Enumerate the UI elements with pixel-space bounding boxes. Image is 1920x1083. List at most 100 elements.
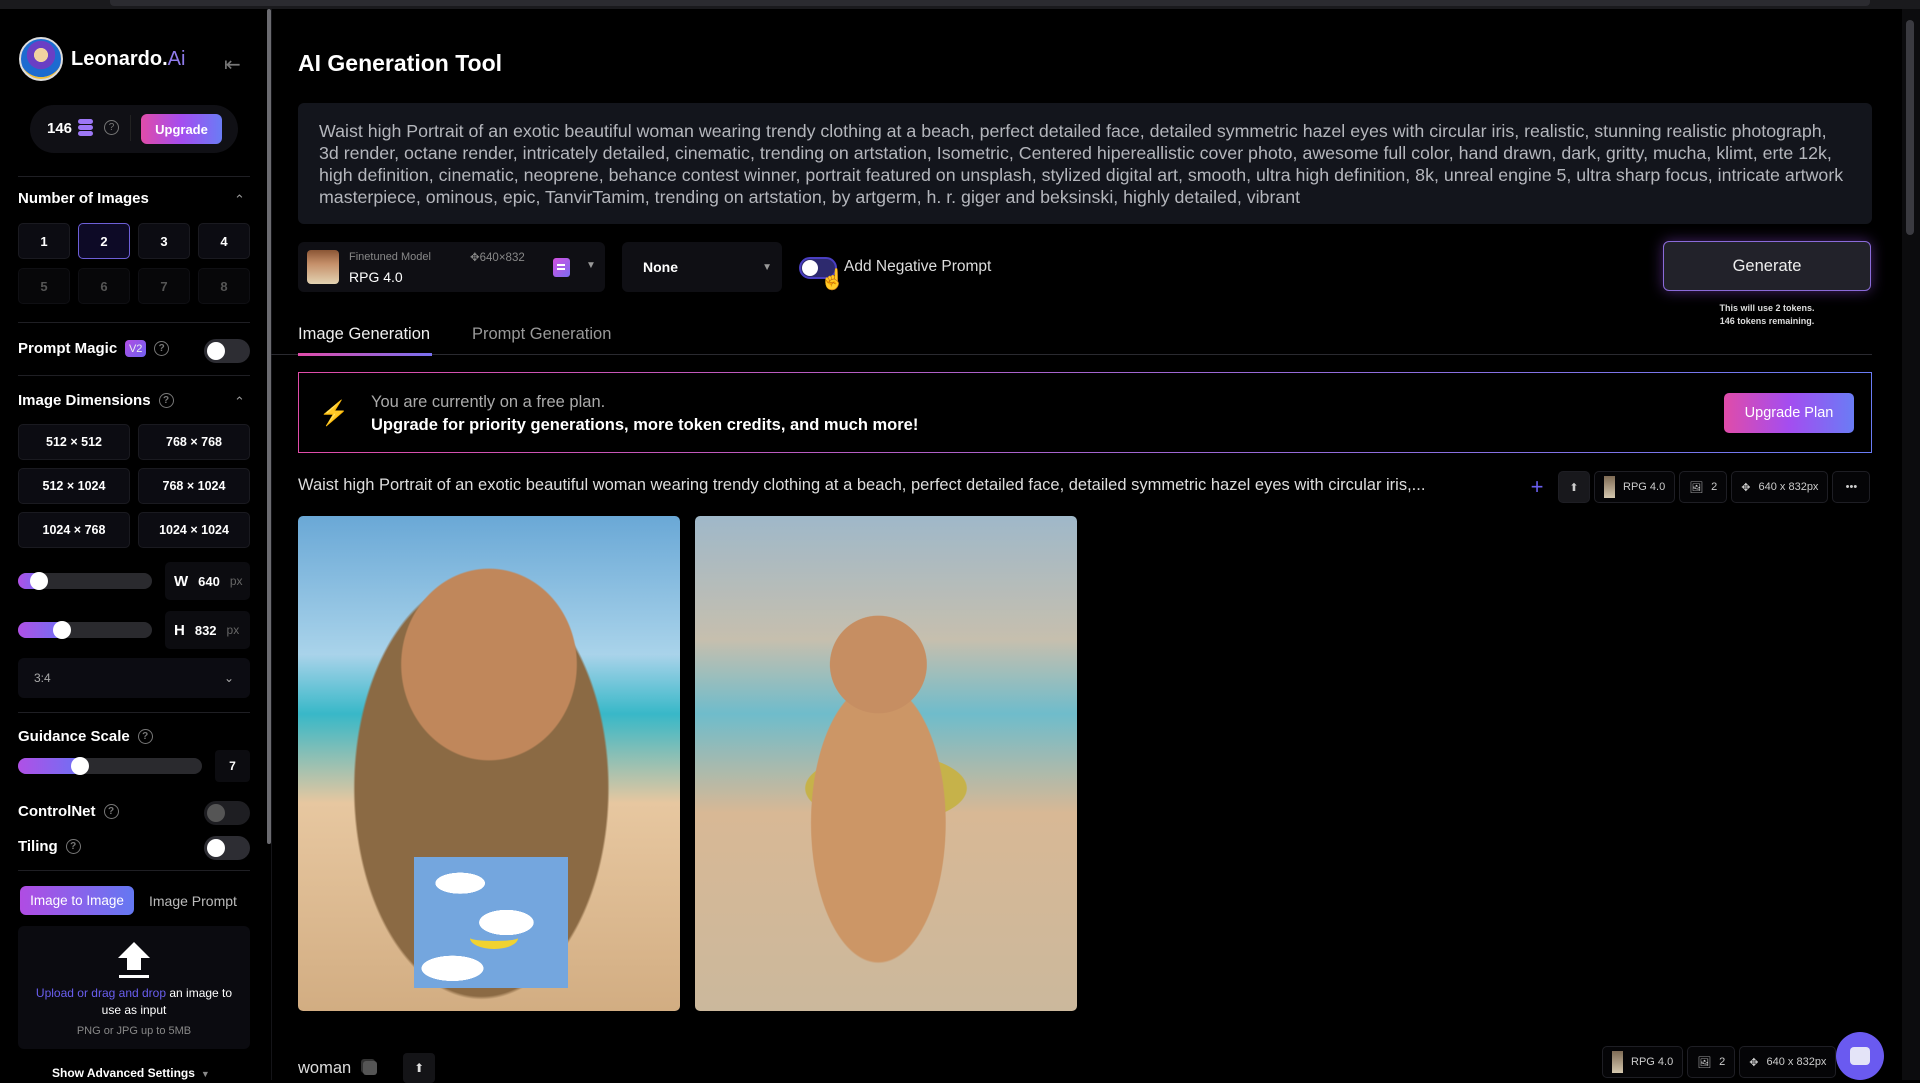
upload-link[interactable]: Upload or drag and drop xyxy=(36,986,166,1000)
caret-down-icon: ▼ xyxy=(762,261,772,273)
page-title: AI Generation Tool xyxy=(298,50,503,76)
banner-line2: Upgrade for priority generations, more t… xyxy=(371,416,919,434)
tab-image-generation[interactable]: Image Generation xyxy=(298,325,430,344)
caret-down-icon: ▼ xyxy=(200,1069,210,1079)
style-select[interactable]: None ▼ xyxy=(622,242,782,292)
dimension-preset[interactable]: 512 × 512 xyxy=(18,424,130,460)
help-icon[interactable]: ? xyxy=(103,804,119,819)
guidance-scale-value[interactable]: 7 xyxy=(215,750,250,782)
reuse-prompt-button[interactable]: ⬆ xyxy=(403,1053,436,1083)
free-plan-banner: ⚡ You are currently on a free plan. Upgr… xyxy=(298,372,1872,453)
model-thumbnail xyxy=(307,250,339,284)
dimension-preset[interactable]: 768 × 768 xyxy=(138,424,250,460)
upgrade-button[interactable]: Upgrade xyxy=(141,114,222,144)
copy-icon[interactable] xyxy=(363,1061,378,1075)
slider-thumb[interactable] xyxy=(71,757,89,775)
num-images-7[interactable]: 7 xyxy=(138,268,190,304)
controlnet-toggle[interactable] xyxy=(204,801,250,825)
model-chip[interactable]: RPG 4.0 xyxy=(1602,1046,1684,1078)
num-images-5[interactable]: 5 xyxy=(18,268,70,304)
help-icon[interactable]: ? xyxy=(158,393,174,408)
more-options-button[interactable]: ••• xyxy=(1832,471,1871,503)
num-images-2[interactable]: 2 xyxy=(78,223,130,259)
negative-prompt-label[interactable]: Add Negative Prompt xyxy=(844,258,991,276)
main-scrollbar[interactable] xyxy=(1906,20,1914,235)
move-icon: ✥ xyxy=(1749,1056,1759,1069)
num-images-8[interactable]: 8 xyxy=(198,268,250,304)
height-slider[interactable] xyxy=(18,621,152,639)
num-images-6[interactable]: 6 xyxy=(78,268,130,304)
width-input[interactable]: W 640 px xyxy=(165,562,250,600)
images-icon: 🖼 xyxy=(1697,1056,1712,1069)
aspect-ratio-select[interactable]: 3:4 ⌄ xyxy=(18,658,250,698)
tab-image-to-image[interactable]: Image to Image xyxy=(20,886,134,915)
generation-toolbar: + ⬆ RPG 4.0 🖼 2 ✥ 640 x 832px ••• xyxy=(1520,470,1871,504)
upload-icon xyxy=(118,942,150,978)
unit-label: px xyxy=(229,574,243,588)
generate-button[interactable]: Generate xyxy=(1663,241,1871,291)
chat-support-button[interactable] xyxy=(1836,1032,1884,1080)
divider xyxy=(18,712,250,713)
model-kicker: Finetuned Model xyxy=(349,251,431,263)
model-name: RPG 4.0 xyxy=(349,269,403,285)
arrow-up-icon: ⬆ xyxy=(1569,481,1579,494)
chat-icon xyxy=(1850,1047,1870,1065)
main-tabs: Image Generation Prompt Generation xyxy=(298,325,1872,355)
generation-prompt-2: woman ⬆ xyxy=(298,1053,436,1083)
generated-image-1[interactable] xyxy=(298,516,680,1011)
logo-avatar-icon xyxy=(19,37,63,81)
model-dims: ✥640×832 xyxy=(470,252,525,264)
help-icon[interactable]: ? xyxy=(104,120,119,135)
help-icon[interactable]: ? xyxy=(154,341,170,356)
model-thumbnail xyxy=(1612,1051,1623,1073)
plus-icon[interactable]: + xyxy=(1520,474,1554,500)
help-icon[interactable]: ? xyxy=(137,729,153,744)
num-images-3[interactable]: 3 xyxy=(138,223,190,259)
dimension-preset[interactable]: 768 × 1024 xyxy=(138,468,250,504)
number-of-images-title: Number of Images xyxy=(18,190,149,207)
height-input[interactable]: H 832 px xyxy=(165,611,250,649)
chevron-up-icon[interactable]: ⌃ xyxy=(234,394,245,410)
width-slider[interactable] xyxy=(18,572,152,590)
banner-line1: You are currently on a free plan. xyxy=(371,393,606,411)
tiling-title: Tiling ? xyxy=(18,838,81,855)
num-images-1[interactable]: 1 xyxy=(18,223,70,259)
dimension-preset[interactable]: 1024 × 768 xyxy=(18,512,130,548)
reuse-prompt-button[interactable]: ⬆ xyxy=(1558,471,1590,503)
generated-image-2[interactable] xyxy=(695,516,1077,1011)
slider-thumb[interactable] xyxy=(53,621,71,639)
brand-logo[interactable]: Leonardo.Ai xyxy=(19,37,185,81)
prompt-magic-title: Prompt Magic V2 ? xyxy=(18,340,170,357)
help-icon[interactable]: ? xyxy=(65,839,81,854)
prompt-input[interactable]: Waist high Portrait of an exotic beautif… xyxy=(298,103,1872,224)
width-value[interactable]: 640 xyxy=(198,574,220,589)
slider-thumb[interactable] xyxy=(30,572,48,590)
active-tab-indicator xyxy=(298,353,432,356)
tab-image-prompt[interactable]: Image Prompt xyxy=(149,893,237,909)
guidance-scale-slider[interactable] xyxy=(18,757,202,775)
lightning-icon: ⚡ xyxy=(319,400,349,427)
collapse-sidebar-icon[interactable]: ⇤ xyxy=(224,52,241,77)
model-select[interactable]: Finetuned Model ✥640×832 RPG 4.0 ▼ xyxy=(298,242,605,292)
unit-label: px xyxy=(226,623,240,637)
height-value[interactable]: 832 xyxy=(195,623,217,638)
ellipsis-icon: ••• xyxy=(1845,481,1858,493)
image-upload-dropzone[interactable]: Upload or drag and drop an image to use … xyxy=(18,926,250,1049)
model-chip[interactable]: RPG 4.0 xyxy=(1594,471,1676,503)
censor-overlay-image xyxy=(414,857,568,988)
chevron-up-icon[interactable]: ⌃ xyxy=(234,192,245,208)
num-images-4[interactable]: 4 xyxy=(198,223,250,259)
hand-cursor-icon: ☝ xyxy=(820,269,845,291)
number-of-images-options: 1 2 3 4 5 6 7 8 xyxy=(18,223,250,304)
coins-icon xyxy=(78,119,93,136)
model-details-icon[interactable] xyxy=(553,258,570,277)
dimension-preset[interactable]: 1024 × 1024 xyxy=(138,512,250,548)
generation-toolbar-2: RPG 4.0 🖼 2 ✥ 640 x 832px xyxy=(1602,1045,1837,1079)
image-input-mode-tabs: Image to Image Image Prompt xyxy=(20,886,237,915)
tab-prompt-generation[interactable]: Prompt Generation xyxy=(472,325,611,344)
show-advanced-settings-button[interactable]: Show Advanced Settings ▼ xyxy=(52,1066,210,1080)
upgrade-plan-button[interactable]: Upgrade Plan xyxy=(1724,393,1854,433)
prompt-magic-toggle[interactable] xyxy=(204,339,250,363)
dimension-preset[interactable]: 512 × 1024 xyxy=(18,468,130,504)
tiling-toggle[interactable] xyxy=(204,836,250,860)
